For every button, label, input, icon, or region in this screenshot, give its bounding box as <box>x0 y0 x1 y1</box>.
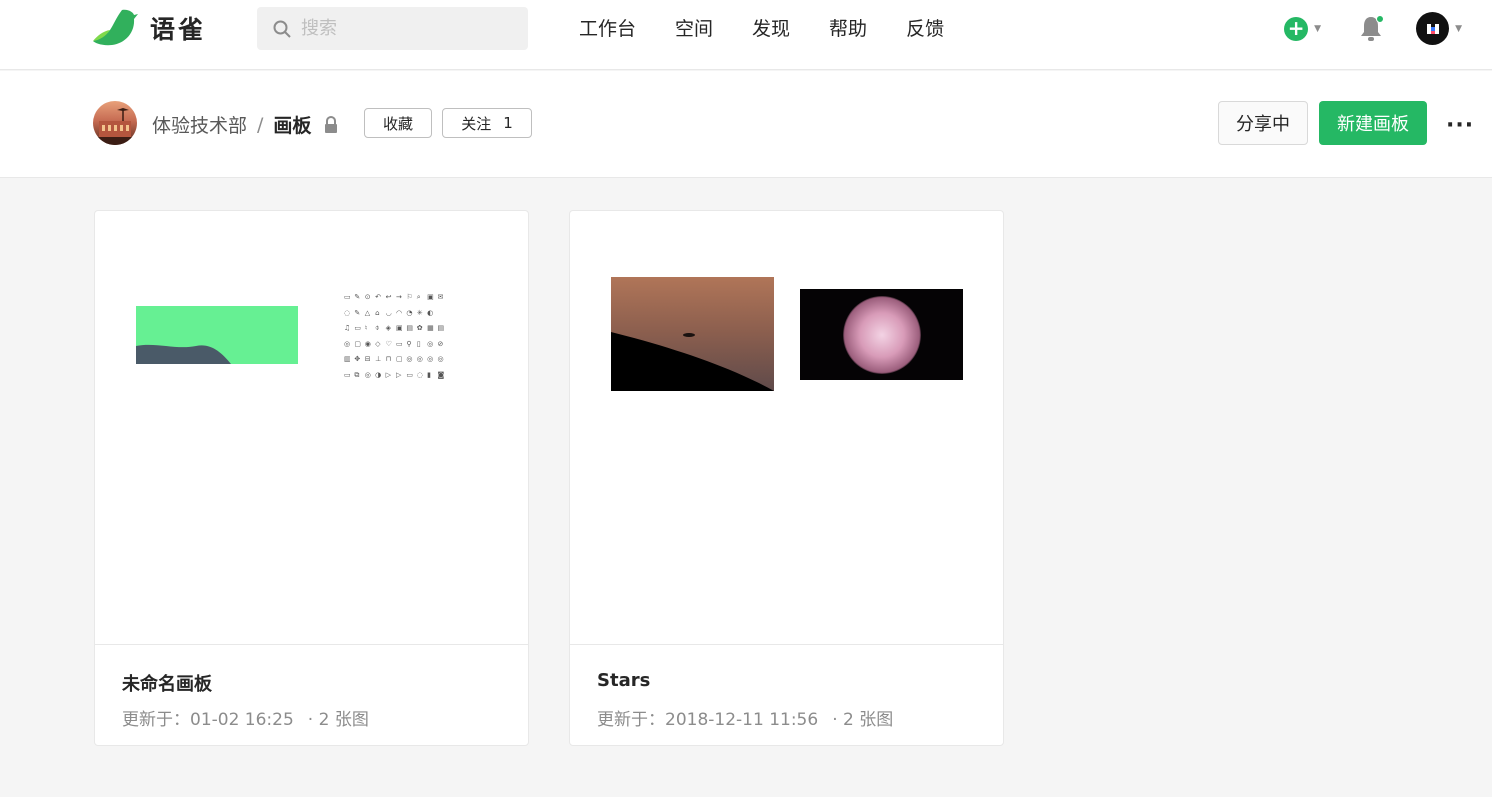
image-count: · 2 张图 <box>307 710 369 730</box>
favorite-button[interactable]: 收藏 <box>364 108 432 138</box>
user-avatar-icon <box>1426 23 1439 34</box>
updated-time: 01-02 16:25 <box>190 710 294 730</box>
new-board-button[interactable]: 新建画板 <box>1319 101 1427 145</box>
board-preview <box>570 211 1003 645</box>
follow-button[interactable]: 关注 1 <box>442 108 532 138</box>
breadcrumb-separator: / <box>257 113 264 136</box>
user-menu[interactable]: ▼ <box>1383 12 1462 45</box>
board-preview: ▭ ✎ ⊙ ↶ ↩ → ⚐ ⌕ ▣ ✉ ◌ ✎ △ ⌂ ◡ ◠ ◔ ✳ ◐ ♫ ▭ ♮ ⌽ ◈ ▣ ▤ ✿ ▦ ▤ ◎ ▢ ◉ ◇ ♡ ▭ ⚲ ▯… <box>95 211 528 645</box>
share-button[interactable]: 分享中 <box>1218 101 1308 145</box>
caret-down-icon: ▼ <box>1314 23 1322 34</box>
main-nav: 工作台 空间 发现 帮助 反馈 <box>579 14 983 41</box>
board-header: 体验技术部 / 画板 收藏 关注 1 分享中 新建画板 ··· <box>0 71 1492 178</box>
board-meta: 更新于：01-02 16:25 · 2 张图 <box>122 705 369 730</box>
breadcrumb: 体验技术部 / 画板 <box>152 111 339 138</box>
brand-name: 语雀 <box>150 15 207 44</box>
follow-label: 关注 <box>461 114 492 133</box>
create-menu-button[interactable]: + ▼ <box>1284 16 1322 41</box>
group-avatar-image <box>93 108 137 145</box>
nav-help[interactable]: 帮助 <box>829 14 867 41</box>
preview-image-green <box>136 306 298 364</box>
preview-image-icons: ▭ ✎ ⊙ ↶ ↩ → ⚐ ⌕ ▣ ✉ ◌ ✎ △ ⌂ ◡ ◠ ◔ ✳ ◐ ♫ ▭ ♮ ⌽ ◈ ▣ ▤ ✿ ▦ ▤ ◎ ▢ ◉ ◇ ♡ ▭ ⚲ ▯… <box>344 293 445 379</box>
updated-time: 2018-12-11 11:56 <box>665 710 819 730</box>
logo[interactable]: 语雀 <box>92 8 206 48</box>
yuque-bird-icon <box>93 9 138 46</box>
updated-label: 更新于： <box>597 710 665 730</box>
page-title: 画板 <box>273 115 312 137</box>
notification-button[interactable] <box>1359 14 1385 43</box>
avatar <box>1416 12 1450 45</box>
preview-image-nebula <box>800 289 963 380</box>
nav-feedback[interactable]: 反馈 <box>906 14 944 41</box>
breadcrumb-group[interactable]: 体验技术部 <box>152 111 247 138</box>
top-nav: 语雀 工作台 空间 发现 帮助 反馈 + ▼ <box>0 0 1492 70</box>
more-icon[interactable]: ··· <box>1446 113 1474 138</box>
search-input[interactable] <box>301 18 501 39</box>
board-title: Stars <box>597 670 651 691</box>
board-meta: 更新于：2018-12-11 11:56 · 2 张图 <box>597 705 893 730</box>
notification-dot <box>1376 14 1385 23</box>
plus-circle-icon: + <box>1284 16 1309 41</box>
favorite-label: 收藏 <box>382 114 413 133</box>
search-icon <box>273 20 291 38</box>
board-title: 未命名画板 <box>122 674 212 695</box>
group-avatar[interactable] <box>93 101 137 145</box>
updated-label: 更新于： <box>122 710 190 730</box>
lock-icon <box>325 115 338 133</box>
nav-workbench[interactable]: 工作台 <box>579 14 636 41</box>
caret-down-icon: ▼ <box>1455 23 1462 34</box>
nav-right: + ▼ ▼ <box>1284 12 1462 45</box>
image-count: · 2 张图 <box>832 710 894 730</box>
nav-discover[interactable]: 发现 <box>752 14 790 41</box>
search-box[interactable] <box>257 7 528 50</box>
nav-space[interactable]: 空间 <box>675 14 713 41</box>
follow-count: 1 <box>503 114 513 132</box>
board-card[interactable]: Stars 更新于：2018-12-11 11:56 · 2 张图 <box>569 210 1004 746</box>
preview-image-planet <box>611 277 774 391</box>
board-card[interactable]: ▭ ✎ ⊙ ↶ ↩ → ⚐ ⌕ ▣ ✉ ◌ ✎ △ ⌂ ◡ ◠ ◔ ✳ ◐ ♫ ▭ ♮ ⌽ ◈ ▣ ▤ ✿ ▦ ▤ ◎ ▢ ◉ ◇ ♡ ▭ ⚲ ▯… <box>94 210 529 746</box>
